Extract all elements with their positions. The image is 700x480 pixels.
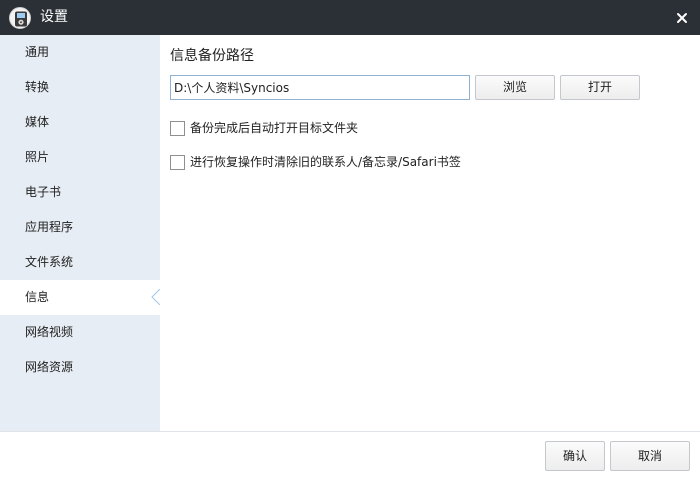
section-title: 信息备份路径 — [170, 48, 254, 64]
clear-old-data-label: 进行恢复操作时清除旧的联系人/备忘录/Safari书签 — [190, 155, 461, 169]
settings-content: 信息备份路径 浏览 打开 备份完成后自动打开目标文件夹 进行恢复操作时清除旧的联… — [160, 35, 700, 431]
sidebar-item-web-resources[interactable]: 网络资源 — [0, 350, 160, 385]
ipod-app-icon — [9, 7, 31, 29]
sidebar-item-convert[interactable]: 转换 — [0, 70, 160, 105]
auto-open-folder-label: 备份完成后自动打开目标文件夹 — [190, 121, 359, 135]
title-bar: 设置 — [0, 0, 700, 35]
close-icon[interactable] — [672, 8, 692, 28]
sidebar-item-apps[interactable]: 应用程序 — [0, 210, 160, 245]
auto-open-folder-checkbox[interactable] — [170, 121, 185, 136]
sidebar-item-general[interactable]: 通用 — [0, 35, 160, 70]
cancel-button[interactable]: 取消 — [610, 441, 690, 471]
dialog-footer: 确认 取消 — [0, 431, 700, 480]
confirm-button[interactable]: 确认 — [545, 441, 605, 471]
sidebar-item-web-video[interactable]: 网络视频 — [0, 315, 160, 350]
backup-path-input[interactable] — [170, 75, 470, 100]
clear-old-data-checkbox[interactable] — [170, 155, 185, 170]
sidebar-item-photos[interactable]: 照片 — [0, 140, 160, 175]
sidebar-item-ebooks[interactable]: 电子书 — [0, 175, 160, 210]
browse-button[interactable]: 浏览 — [475, 75, 555, 100]
sidebar-item-file-system[interactable]: 文件系统 — [0, 245, 160, 280]
sidebar-item-messages[interactable]: 信息 — [0, 280, 160, 315]
window-title: 设置 — [40, 9, 68, 25]
open-button[interactable]: 打开 — [560, 75, 640, 100]
sidebar-item-media[interactable]: 媒体 — [0, 105, 160, 140]
settings-sidebar: 通用 转换 媒体 照片 电子书 应用程序 文件系统 信息 网络视频 网络资源 — [0, 35, 160, 431]
